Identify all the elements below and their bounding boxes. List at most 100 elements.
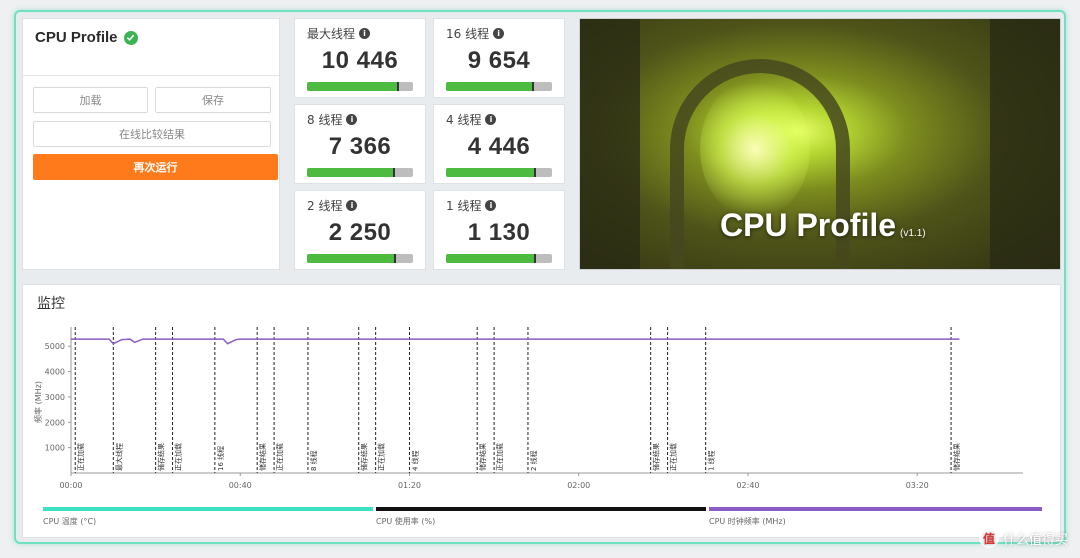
check-icon (123, 30, 138, 45)
score-value: 9 654 (467, 47, 531, 74)
benchmark-title-text: CPU Profile (35, 29, 118, 46)
tile-label: 2 线程 i (307, 197, 358, 214)
info-icon[interactable]: i (346, 114, 358, 125)
y-tick-label: 3000 (45, 393, 65, 402)
save-button[interactable]: 保存 (155, 87, 271, 113)
score-tile-16-threads: 16 线程 i 9 654 (433, 18, 565, 98)
hero-pillar-left (580, 19, 640, 269)
event-label: 16 线程 (216, 446, 225, 471)
event-label: 储存结果 (258, 443, 267, 471)
score-bar-fill (307, 82, 399, 91)
benchmark-panel: CPU Profile 加载 保存 在线比较结果 再次运行 (22, 18, 280, 270)
smzdm-logo-icon: 值 (978, 528, 999, 548)
y-tick-label: 2000 (45, 418, 65, 427)
info-icon[interactable]: i (485, 114, 497, 125)
x-tick-label: 02:00 (567, 481, 590, 490)
tile-label: 最大线程 i (307, 25, 371, 42)
score-bar-marker (397, 82, 400, 91)
event-label: 储存结果 (157, 443, 166, 471)
score-bar-fill (446, 254, 536, 263)
hero-pillar-right (990, 19, 1060, 269)
event-label: 1 线程 (707, 450, 716, 471)
x-tick-label: 00:00 (59, 481, 82, 490)
benchmark-title: CPU Profile (35, 29, 138, 46)
score-bar-marker (534, 254, 537, 263)
series-line-clock (71, 338, 960, 345)
load-button[interactable]: 加载 (33, 87, 148, 113)
score-tile-8-threads: 8 线程 i 7 366 (294, 104, 426, 184)
hero-title: CPU Profile (v1.1) (720, 207, 926, 244)
tile-label-text: 16 线程 (446, 27, 490, 41)
run-again-button[interactable]: 再次运行 (33, 154, 278, 180)
tile-label: 8 线程 i (307, 111, 358, 128)
event-label: 正在加载 (377, 443, 386, 471)
divider (23, 75, 279, 76)
score-tile-max-threads: 最大线程 i 10 446 (294, 18, 426, 98)
hero-image: CPU Profile (v1.1) (579, 18, 1061, 270)
y-tick-label: 4000 (45, 368, 65, 377)
frequency-chart: 1000 2000 3000 4000 5000 频率 (MHz) 00:00 00:40 01… (33, 327, 1023, 490)
legend-label-cpu-clock: CPU 时钟频率 (MHz) (709, 517, 786, 526)
event-label: 储存结果 (478, 443, 487, 471)
hero-version: (v1.1) (900, 228, 926, 239)
info-icon[interactable]: i (493, 28, 505, 39)
x-tick-label: 03:20 (906, 481, 929, 490)
info-icon[interactable]: i (359, 28, 371, 39)
legend-label-cpu-usage: CPU 使用率 (%) (376, 517, 436, 526)
score-bar (307, 82, 413, 91)
tile-label: 16 线程 i (446, 25, 505, 42)
score-bar (446, 254, 552, 263)
score-bar-marker (392, 168, 395, 177)
legend-label-cpu-temp: CPU 温度 (°C) (43, 517, 97, 526)
score-bar-fill (307, 254, 395, 263)
event-label: 储存结果 (952, 443, 961, 471)
legend-swatch (709, 507, 1042, 511)
y-tick-label: 1000 (45, 444, 65, 453)
tile-label-text: 8 线程 (307, 113, 343, 127)
score-value: 7 366 (328, 133, 392, 160)
y-tick-label: 5000 (45, 342, 65, 351)
event-label: 正在加载 (275, 443, 284, 471)
tile-label-text: 4 线程 (446, 113, 482, 127)
event-label: 正在加载 (669, 443, 678, 471)
x-tick-label: 02:40 (736, 481, 759, 490)
compare-online-button[interactable]: 在线比较结果 (33, 121, 271, 147)
score-bar (307, 168, 413, 177)
event-label: 正在加载 (76, 443, 85, 471)
tile-label-text: 最大线程 (307, 27, 356, 41)
y-axis-label: 频率 (MHz) (33, 381, 43, 423)
hero-title-text: CPU Profile (720, 207, 897, 243)
score-bar-marker (531, 82, 534, 91)
info-icon[interactable]: i (346, 200, 358, 211)
score-bar-fill (307, 168, 394, 177)
tile-label: 4 线程 i (446, 111, 497, 128)
score-tile-2-threads: 2 线程 i 2 250 (294, 190, 426, 270)
tile-label: 1 线程 i (446, 197, 497, 214)
event-label: 2 线程 (529, 450, 538, 471)
score-bar (446, 82, 552, 91)
score-value: 4 446 (467, 133, 531, 160)
score-value: 10 446 (321, 47, 399, 74)
score-bar (446, 168, 552, 177)
event-label: 4 线程 (410, 450, 419, 471)
score-value: 2 250 (328, 219, 392, 246)
score-bar-fill (446, 168, 536, 177)
score-tile-1-thread: 1 线程 i 1 130 (433, 190, 565, 270)
tile-label-text: 2 线程 (307, 199, 343, 213)
score-tile-4-threads: 4 线程 i 4 446 (433, 104, 565, 184)
info-icon[interactable]: i (485, 200, 497, 211)
event-label: 8 线程 (309, 450, 318, 471)
event-label: 最大线程 (114, 443, 123, 471)
score-bar-marker (393, 254, 396, 263)
watermark: 值 什么值得买 (978, 528, 1068, 548)
score-value: 1 130 (467, 219, 531, 246)
event-label: 储存结果 (360, 443, 369, 471)
tile-label-text: 1 线程 (446, 199, 482, 213)
x-tick-label: 00:40 (229, 481, 252, 490)
legend-swatch (43, 507, 373, 511)
x-tick-label: 01:20 (398, 481, 421, 490)
event-label: 储存结果 (652, 443, 661, 471)
event-label: 正在加载 (495, 443, 504, 471)
legend-swatch (376, 507, 706, 511)
event-label: 正在加载 (174, 443, 183, 471)
